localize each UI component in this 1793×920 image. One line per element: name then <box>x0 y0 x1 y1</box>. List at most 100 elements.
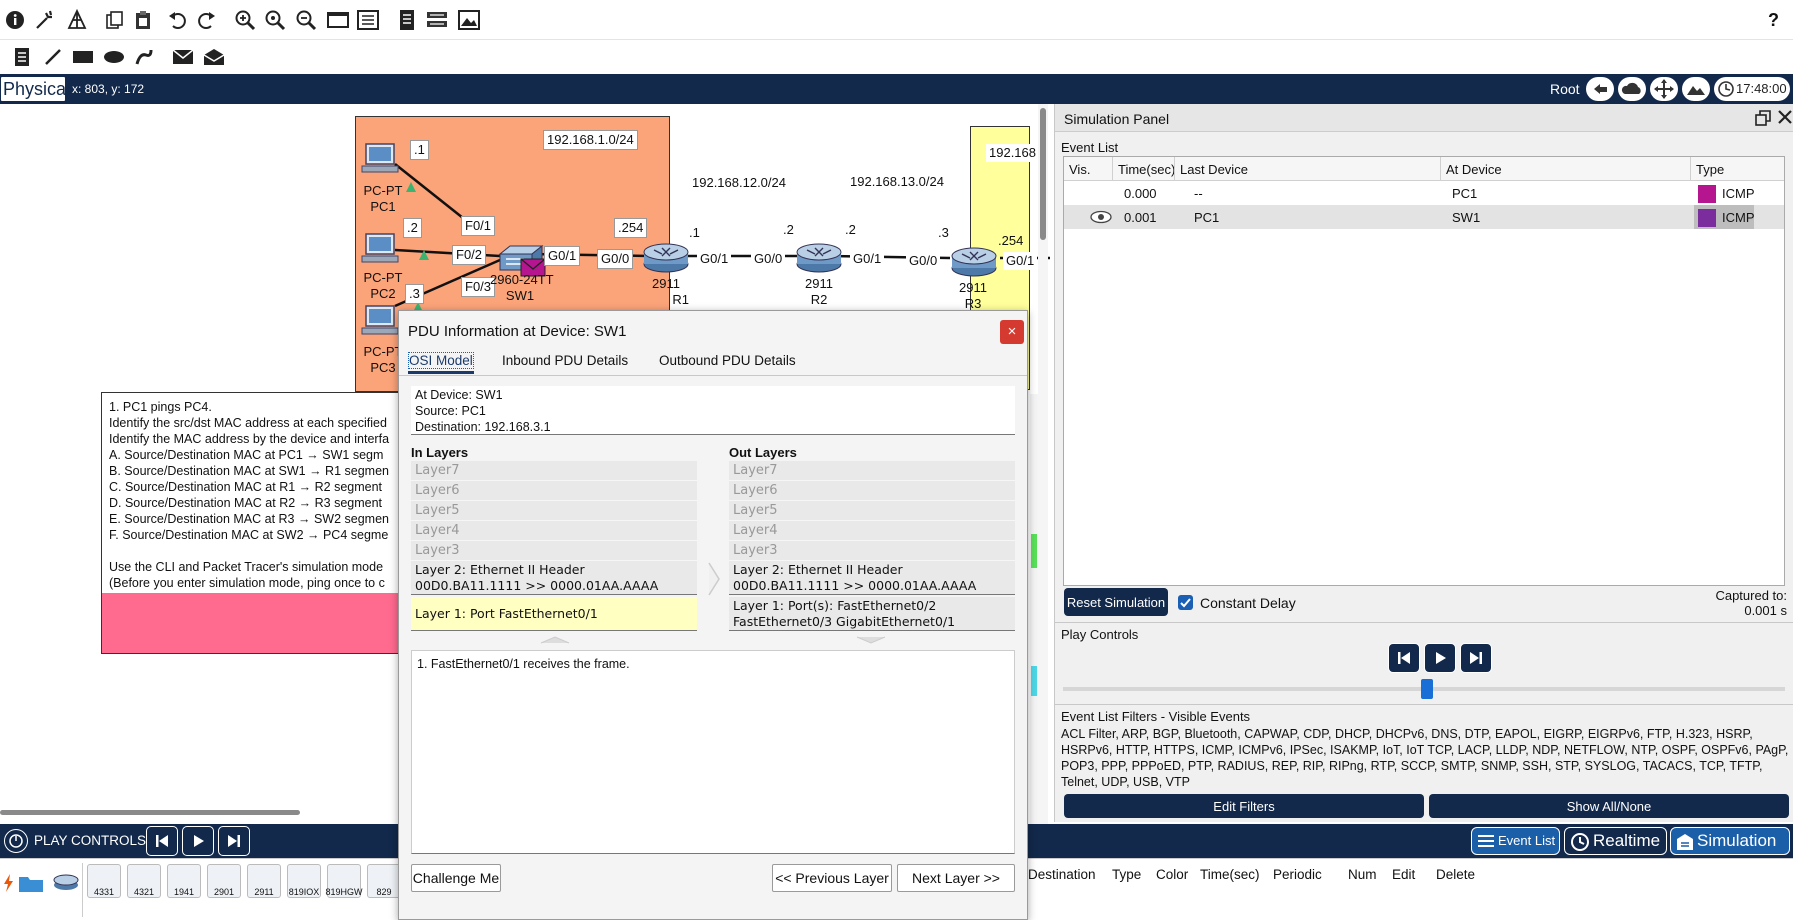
out-layer-2[interactable]: Layer 2: Ethernet II Header 00D0.BA11.11… <box>729 561 1015 595</box>
out-layer-4[interactable]: Layer4 <box>729 521 1015 541</box>
tab-osi-model[interactable]: OSI Model <box>408 352 474 374</box>
device-2911[interactable]: 2911 <box>247 864 281 898</box>
notes-icon[interactable] <box>394 7 420 33</box>
back-icon[interactable] <box>1586 77 1614 101</box>
line-icon[interactable] <box>40 44 66 70</box>
subnet-13-label[interactable]: 192.168.13.0/24 <box>850 174 944 189</box>
col-type[interactable]: Type <box>1696 162 1724 177</box>
simple-pdu-icon[interactable] <box>170 44 196 70</box>
canvas-vertical-scrollbar[interactable] <box>1038 104 1048 824</box>
physical-tab[interactable]: Physical <box>0 76 70 102</box>
lightning-icon[interactable] <box>2 873 14 896</box>
zoom-out-icon[interactable] <box>293 7 319 33</box>
r3-device[interactable] <box>950 246 998 281</box>
col-vis[interactable]: Vis. <box>1069 162 1090 177</box>
in-layer-5[interactable]: Layer5 <box>411 501 697 521</box>
in-layer-7[interactable]: Layer7 <box>411 461 697 481</box>
out-layer-7[interactable]: Layer7 <box>729 461 1015 481</box>
constant-delay-checkbox[interactable] <box>1178 595 1193 610</box>
event-table[interactable]: Vis. Time(sec) Last Device At Device Typ… <box>1063 156 1785 586</box>
device-819iox[interactable]: 819IOX <box>287 864 321 898</box>
device-4331[interactable]: 4331 <box>87 864 121 898</box>
in-layer-1[interactable]: Layer 1: Port FastEthernet0/1 <box>411 597 697 631</box>
step-forward-button[interactable] <box>1460 643 1492 673</box>
col-num[interactable]: Num <box>1348 867 1377 882</box>
bottom-step-back-button[interactable] <box>146 826 178 856</box>
instruction-note[interactable]: 1. PC1 pings PC4. Identify the src/dst MA… <box>101 392 401 654</box>
undo-icon[interactable] <box>164 7 190 33</box>
device-819hgw[interactable]: 819HGW <box>326 864 363 898</box>
note-icon[interactable] <box>9 44 35 70</box>
col-at-device[interactable]: At Device <box>1446 162 1502 177</box>
pc2-device[interactable] <box>360 232 400 269</box>
in-layer-2[interactable]: Layer 2: Ethernet II Header 00D0.BA11.11… <box>411 561 697 595</box>
r2-device[interactable] <box>795 242 843 277</box>
subnet-lan3-label[interactable]: 192.168 <box>986 144 1039 162</box>
reset-simulation-button[interactable]: Reset Simulation <box>1064 588 1168 616</box>
previous-layer-button[interactable]: << Previous Layer <box>772 864 892 892</box>
in-collapse-icon[interactable] <box>539 632 571 647</box>
realtime-mode-button[interactable]: Realtime <box>1564 827 1667 855</box>
play-button[interactable] <box>1424 643 1456 673</box>
pc3-device[interactable] <box>360 304 400 341</box>
col-type[interactable]: Type <box>1112 867 1141 882</box>
col-time[interactable]: Time(sec) <box>1200 867 1260 882</box>
custom-device-icon[interactable] <box>355 7 381 33</box>
col-time[interactable]: Time(sec) <box>1118 162 1175 177</box>
cloud-icon[interactable] <box>1618 77 1646 101</box>
edit-filters-button[interactable]: Edit Filters <box>1064 794 1424 818</box>
rectangle-icon[interactable] <box>70 44 96 70</box>
paste-icon[interactable] <box>130 7 156 33</box>
router-category-icon[interactable] <box>52 871 80 896</box>
r1-device[interactable] <box>642 242 690 277</box>
table-row[interactable]: 0.001 PC1 SW1 ICMP <box>1064 205 1784 229</box>
view-icon[interactable] <box>424 7 450 33</box>
network-icon[interactable] <box>64 7 90 33</box>
challenge-me-button[interactable]: Challenge Me <box>411 864 501 892</box>
folder-icon[interactable] <box>18 873 44 896</box>
canvas-horizontal-scrollbar[interactable] <box>0 810 300 815</box>
copy-icon[interactable] <box>102 7 128 33</box>
subnet-lan1-label[interactable]: 192.168.1.0/24 <box>543 130 638 150</box>
out-collapse-icon[interactable] <box>855 632 887 647</box>
close-panel-icon[interactable] <box>1777 109 1793 128</box>
scrollbar-thumb[interactable] <box>1040 108 1046 240</box>
device-2901[interactable]: 2901 <box>207 864 241 898</box>
freeform-icon[interactable] <box>131 44 157 70</box>
in-layer-4[interactable]: Layer4 <box>411 521 697 541</box>
table-row[interactable]: 0.000 -- PC1 ICMP <box>1064 181 1784 205</box>
tab-inbound-pdu-details[interactable]: Inbound PDU Details <box>502 353 628 368</box>
subnet-12-label[interactable]: 192.168.12.0/24 <box>692 175 786 190</box>
out-layer-3[interactable]: Layer3 <box>729 541 1015 561</box>
help-icon[interactable]: ? <box>1768 10 1779 31</box>
device-4321[interactable]: 4321 <box>127 864 161 898</box>
wizard-icon[interactable] <box>32 7 58 33</box>
pc1-device[interactable] <box>360 142 400 179</box>
event-list-toggle[interactable]: Event List <box>1471 827 1560 855</box>
restore-icon[interactable] <box>1755 110 1771 129</box>
in-layer-3[interactable]: Layer3 <box>411 541 697 561</box>
move-icon[interactable] <box>1650 77 1678 101</box>
col-edit[interactable]: Edit <box>1392 867 1415 882</box>
col-last-device[interactable]: Last Device <box>1180 162 1248 177</box>
close-dialog-button[interactable]: × <box>1000 320 1024 344</box>
timer-icon[interactable] <box>4 829 28 853</box>
out-layer-6[interactable]: Layer6 <box>729 481 1015 501</box>
eye-icon[interactable] <box>1090 210 1112 227</box>
simulation-mode-button[interactable]: Simulation <box>1670 827 1790 855</box>
landscape-icon[interactable] <box>1682 77 1710 101</box>
zoom-custom-icon[interactable] <box>262 7 288 33</box>
device-1941[interactable]: 1941 <box>167 864 201 898</box>
col-periodic[interactable]: Periodic <box>1273 867 1322 882</box>
tab-outbound-pdu-details[interactable]: Outbound PDU Details <box>659 353 796 368</box>
drawing-palette-icon[interactable] <box>325 7 351 33</box>
zoom-in-icon[interactable] <box>232 7 258 33</box>
complex-pdu-icon[interactable] <box>201 44 227 70</box>
out-layer-1[interactable]: Layer 1: Port(s): FastEthernet0/2 FastEt… <box>729 597 1015 631</box>
out-layer-5[interactable]: Layer5 <box>729 501 1015 521</box>
bottom-play-button[interactable] <box>182 826 214 856</box>
root-label[interactable]: Root <box>1550 81 1580 97</box>
next-layer-button[interactable]: Next Layer >> <box>897 864 1015 892</box>
show-all-none-button[interactable]: Show All/None <box>1429 794 1789 818</box>
step-back-button[interactable] <box>1388 643 1420 673</box>
